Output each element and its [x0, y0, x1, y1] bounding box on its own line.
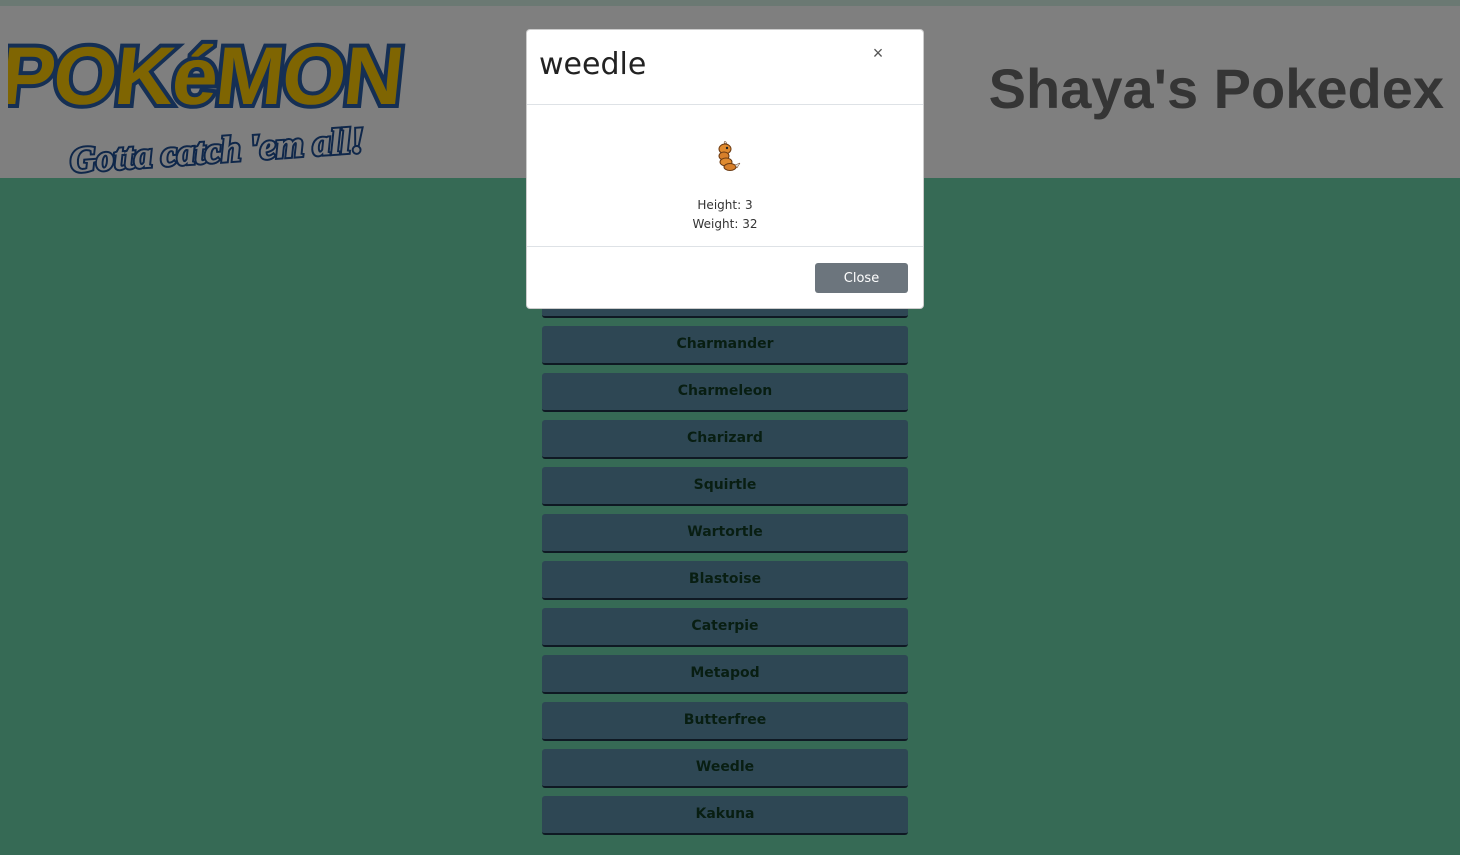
weight-label: Weight: — [692, 217, 739, 231]
weight-value: 32 — [742, 217, 758, 231]
height-value: 3 — [744, 198, 753, 212]
close-button[interactable]: Close — [815, 263, 908, 293]
weight-stat: Weight: 32 — [527, 217, 923, 231]
pokemon-sprite-image — [718, 141, 741, 171]
modal-footer: Close — [527, 247, 923, 308]
pokemon-modal: weedle × Height: 3 Weight: 32 Close — [526, 29, 924, 309]
modal-title: weedle — [539, 47, 647, 82]
height-stat: Height: 3 — [527, 198, 923, 212]
modal-body: Height: 3 Weight: 32 — [527, 105, 923, 247]
close-icon[interactable]: × — [868, 42, 888, 64]
modal-header: weedle × — [527, 30, 923, 105]
height-label: Height: — [697, 198, 742, 212]
